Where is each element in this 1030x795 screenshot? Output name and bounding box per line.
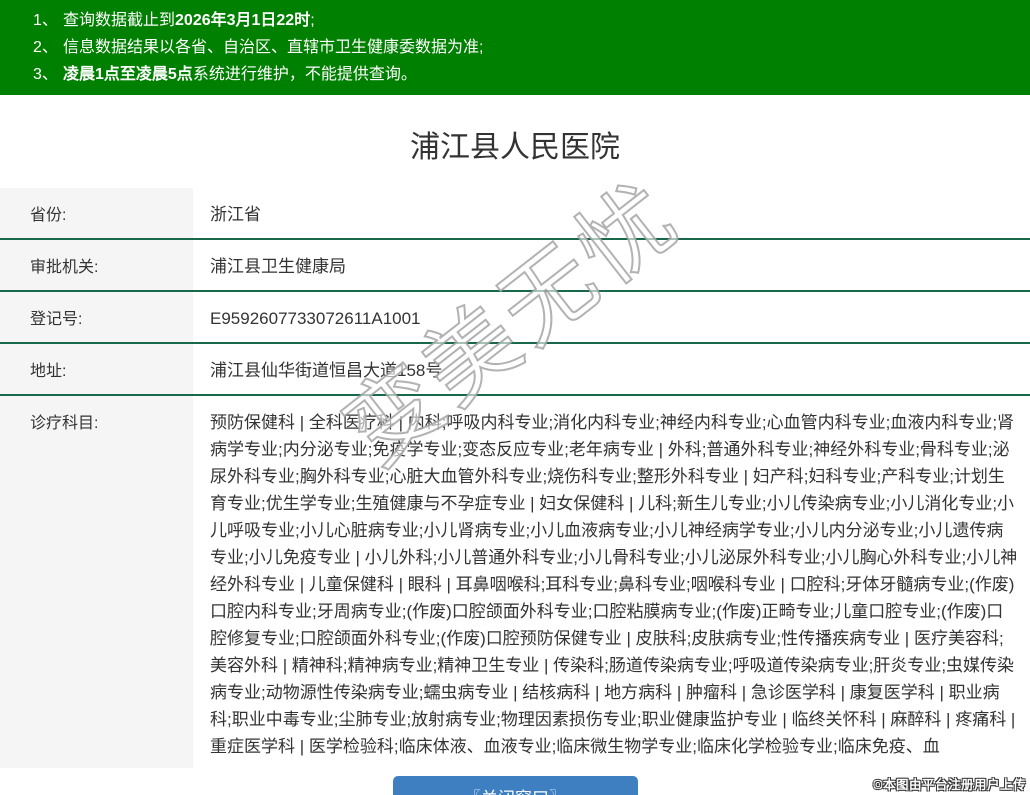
hospital-info-table: 省份: 浙江省 审批机关: 浦江县卫生健康局 登记号: E95926077330… bbox=[0, 188, 1030, 768]
notice-banner: 1、 查询数据截止到2026年3月1日22时; 2、 信息数据结果以各省、自治区、直… bbox=[0, 0, 1030, 95]
row-value: E9592607733072611A1001 bbox=[193, 290, 1030, 343]
notice-text: 系统进行维护，不能提供查询。 bbox=[192, 66, 417, 83]
hospital-title: 浦江县人民医院 bbox=[410, 131, 620, 164]
table-row-departments: 诊疗科目: 预防保健科 | 全科医疗科 | 内科;呼吸内科专业;消化内科专业;神… bbox=[0, 394, 1030, 768]
notice-text: 查询数据截止到 bbox=[63, 12, 176, 29]
uploader-credit-watermark: ©本图由平台注册用户上传 bbox=[873, 778, 1026, 792]
notice-text-bold: 凌晨1点至凌晨5点 bbox=[63, 66, 193, 83]
row-label: 诊疗科目: bbox=[0, 394, 193, 768]
notice-item-2: 2、 信息数据结果以各省、自治区、直辖市卫生健康委数据为准; bbox=[33, 34, 1030, 61]
row-value: 浦江县仙华街道恒昌大道158号 bbox=[193, 342, 1030, 395]
notice-text-bold: 2026年3月1日22时 bbox=[175, 12, 311, 29]
notice-number: 1、 bbox=[33, 12, 58, 29]
notice-item-3: 3、 凌晨1点至凌晨5点系统进行维护，不能提供查询。 bbox=[33, 61, 1030, 88]
table-row-approval-authority: 审批机关: 浦江县卫生健康局 bbox=[0, 238, 1030, 291]
table-row-province: 省份: 浙江省 bbox=[0, 188, 1030, 239]
row-label: 省份: bbox=[0, 188, 193, 239]
notice-number: 2、 bbox=[33, 39, 58, 56]
close-window-button[interactable]: 〖关闭窗口〗 bbox=[392, 776, 638, 795]
notice-text: 信息数据结果以各省、自治区、直辖市卫生健康委数据为准; bbox=[63, 39, 484, 56]
row-label: 登记号: bbox=[0, 290, 193, 343]
row-value: 预防保健科 | 全科医疗科 | 内科;呼吸内科专业;消化内科专业;神经内科专业;… bbox=[193, 394, 1030, 768]
notice-text: ; bbox=[310, 12, 315, 29]
row-value: 浙江省 bbox=[210, 205, 261, 224]
row-label: 审批机关: bbox=[0, 238, 193, 291]
notice-list: 1、 查询数据截止到2026年3月1日22时; 2、 信息数据结果以各省、自治区、直… bbox=[0, 7, 1030, 88]
table-row-address: 地址: 浦江县仙华街道恒昌大道158号 bbox=[0, 342, 1030, 395]
notice-item-1: 1、 查询数据截止到2026年3月1日22时; bbox=[33, 7, 1030, 34]
row-value: 浦江县卫生健康局 bbox=[193, 238, 1030, 291]
table-row-registration-number: 登记号: E9592607733072611A1001 bbox=[0, 290, 1030, 343]
notice-number: 3、 bbox=[33, 66, 58, 83]
row-label: 地址: bbox=[0, 342, 193, 395]
query-result-page: 1、 查询数据截止到2026年3月1日22时; 2、 信息数据结果以各省、自治区、直… bbox=[0, 0, 1030, 795]
